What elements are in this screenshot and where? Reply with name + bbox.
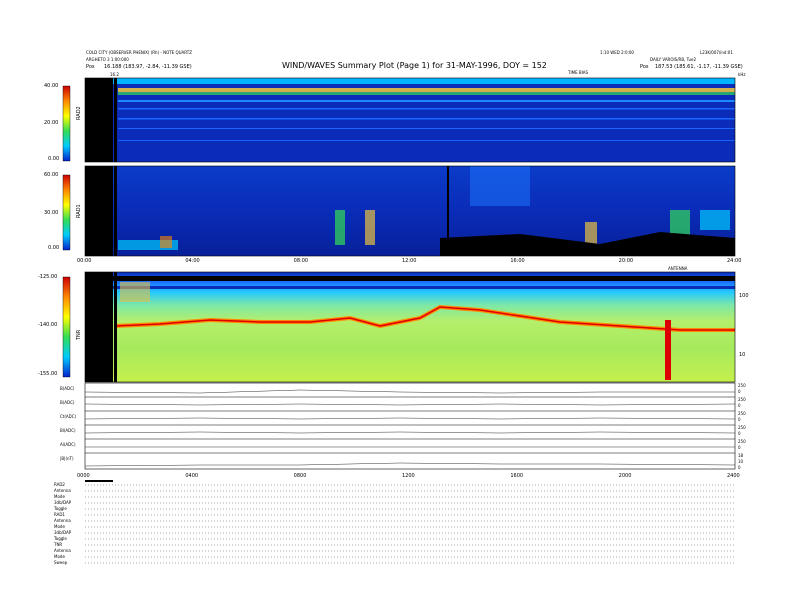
summary-plot xyxy=(62,77,736,564)
strip-right-tick: 250 xyxy=(738,383,746,388)
rad1-label: RAD1 xyxy=(76,204,82,218)
strip-label: B(ADC) xyxy=(60,386,75,391)
time-tick-label: 16:00 xyxy=(510,258,525,264)
rad2-label: RAD2 xyxy=(76,106,82,120)
bottom-time-tick-label: 0400 xyxy=(185,473,199,479)
strip-label: |B|(nT) xyxy=(60,456,74,461)
strip-right-tick: 0 xyxy=(738,389,741,394)
tnr-tick-top: -125.00 xyxy=(38,274,58,280)
status-row-label: 3db/DAP xyxy=(54,500,72,505)
bottom-time-tick-label: 1200 xyxy=(402,473,415,479)
status-row-label: Toggle xyxy=(54,536,67,541)
antenna-marker: ANTENNA xyxy=(668,266,688,271)
rad1-panel xyxy=(84,165,736,257)
tnr-label: TNR xyxy=(76,329,82,340)
strip-right-tick: 250 xyxy=(738,397,746,402)
status-row-label: Antenna xyxy=(54,518,71,523)
strip-label: Ct(ADC) xyxy=(60,414,77,419)
time-tick-label: 12:00 xyxy=(402,258,417,264)
status-row-label: Mode xyxy=(54,494,65,499)
status-grid xyxy=(85,484,735,564)
status-row-label: Mode xyxy=(54,554,65,559)
status-row-label: Sweep xyxy=(54,560,68,565)
rad2-tick-top: 40.00 xyxy=(44,83,59,89)
strip-right-tick: 250 xyxy=(738,439,746,444)
strip-right-tick: 250 xyxy=(738,411,746,416)
strip-right-tick: 0 xyxy=(738,445,741,450)
status-row-label: RAD2 xyxy=(54,482,65,487)
time-tick-label: 08:00 xyxy=(293,258,309,264)
strip-right-tick: 0 xyxy=(738,465,741,470)
status-row-label: Toggle xyxy=(54,506,67,511)
strip-label: Al(ADC) xyxy=(60,442,76,447)
time-tick-label: 00:00 xyxy=(77,258,92,264)
rad1-tick-top: 60.00 xyxy=(44,172,59,178)
strip-label: B(ADC) xyxy=(60,400,75,405)
strip-right-tick: 0 xyxy=(738,417,741,422)
bottom-time-tick-label: 2000 xyxy=(618,473,632,479)
status-row-label: RAD1 xyxy=(54,512,65,517)
rad1-colorbar xyxy=(62,174,71,251)
tnr-tick-mid: -140.00 xyxy=(38,322,58,328)
tnr-tick-bot: -155.00 xyxy=(38,371,58,377)
rad1-tick-mid: 30.00 xyxy=(44,210,59,216)
strip-right-tick: 10 xyxy=(738,459,744,464)
rad2-panel xyxy=(84,77,736,163)
status-row-label: 3db/DAP xyxy=(54,530,72,535)
strip-right-tick: 0 xyxy=(738,403,741,408)
strip-right-tick: 18 xyxy=(738,453,744,458)
status-row-label: TNR xyxy=(54,542,63,547)
time-tick-label: 04:00 xyxy=(185,258,200,264)
bottom-time-tick-label: 2400 xyxy=(727,473,740,479)
status-row-label: Antenna xyxy=(54,488,71,493)
tnr-right-tick-10: 10 xyxy=(739,352,746,358)
strip-label: Bl(ADC) xyxy=(60,428,76,433)
rad2-tick-mid: 20.00 xyxy=(44,120,59,126)
status-row-label: Antenna xyxy=(54,548,71,553)
bottom-time-tick-label: 1600 xyxy=(510,473,524,479)
strip-charts xyxy=(84,382,736,482)
rad1-tick-bot: 0.00 xyxy=(48,245,60,251)
time-tick-label: 24:00 xyxy=(727,258,742,264)
strip-right-tick: 250 xyxy=(738,425,746,430)
tnr-colorbar xyxy=(62,276,71,378)
time-tick-label: 20:00 xyxy=(618,258,634,264)
tnr-panel xyxy=(84,271,736,383)
bottom-time-tick-label: 0000 xyxy=(77,473,90,479)
status-row-label: Mode xyxy=(54,524,65,529)
tnr-right-tick-100: 100 xyxy=(739,293,749,299)
rad2-tick-bot: 0.00 xyxy=(48,156,60,162)
bottom-time-tick-label: 0800 xyxy=(293,473,307,479)
rad2-colorbar xyxy=(62,85,71,162)
strip-right-tick: 0 xyxy=(738,431,741,436)
